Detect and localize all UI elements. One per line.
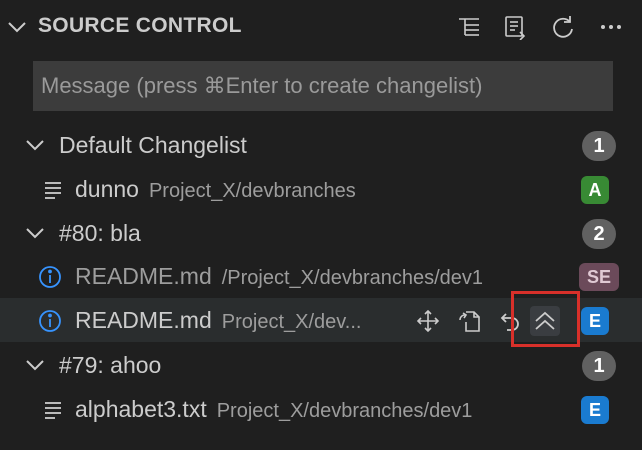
- changelist-group-header[interactable]: #79: ahoo 1: [0, 343, 642, 387]
- changelist-label: #79: ahoo: [59, 352, 162, 378]
- info-icon: [39, 266, 61, 288]
- changes-count-badge: 1: [582, 351, 616, 381]
- status-badge-added: A: [581, 176, 609, 204]
- changelist-group-header[interactable]: #80: bla 2: [0, 211, 642, 255]
- status-badge-edited: E: [581, 307, 609, 335]
- highlight-annotation: [511, 291, 580, 347]
- changelist-group-header[interactable]: Default Changelist 1: [0, 123, 642, 167]
- file-row[interactable]: dunno Project_X/devbranches A: [0, 167, 642, 211]
- commit-message-input[interactable]: [33, 61, 613, 111]
- panel-header: SOURCE CONTROL: [0, 0, 642, 56]
- changelist-label: Default Changelist: [59, 132, 247, 158]
- chevron-down-icon[interactable]: [6, 16, 28, 38]
- file-name-container: README.md/Project_X/devbranches/dev1: [75, 263, 483, 290]
- file-name: README.md: [75, 263, 212, 289]
- lines-file-icon: [45, 182, 61, 199]
- file-path: Project_X/devbranches: [148, 180, 356, 202]
- file-row[interactable]: alphabet3.txt Project_X/devbranches/dev1 …: [0, 387, 642, 431]
- source-control-panel: SOURCE CONTROL Message (press ⌘Enter to …: [0, 0, 642, 450]
- panel-title: SOURCE CONTROL: [38, 14, 242, 37]
- changes-count-badge: 2: [582, 219, 616, 249]
- file-path: Project_X/dev...: [221, 311, 362, 333]
- chevron-down-icon[interactable]: [24, 222, 46, 244]
- file-name-container: dunno Project_X/devbranches: [75, 176, 356, 203]
- refresh-icon[interactable]: [546, 10, 580, 44]
- file-path: /Project_X/devbranches/dev1: [221, 267, 484, 289]
- file-name: alphabet3.txt: [75, 396, 207, 422]
- status-badge-se: SE: [579, 263, 619, 291]
- more-actions-icon[interactable]: [594, 10, 628, 44]
- view-as-tree-icon[interactable]: [452, 10, 486, 44]
- open-file-icon[interactable]: [455, 306, 485, 336]
- file-name: dunno: [75, 176, 139, 202]
- move-icon[interactable]: [413, 306, 443, 336]
- file-path: Project_X/devbranches/dev1: [216, 400, 473, 422]
- file-name-container: alphabet3.txt Project_X/devbranches/dev1: [75, 396, 472, 423]
- status-badge-edited: E: [581, 396, 609, 424]
- chevron-down-icon[interactable]: [24, 134, 46, 156]
- file-name: README.md: [75, 307, 212, 333]
- changes-count-badge: 1: [582, 131, 616, 161]
- info-icon: [39, 310, 61, 332]
- file-name-container: README.md Project_X/dev...: [75, 307, 361, 334]
- commit-icon[interactable]: [498, 10, 532, 44]
- lines-file-icon: [45, 402, 61, 419]
- chevron-down-icon[interactable]: [24, 354, 46, 376]
- changelist-label: #80: bla: [59, 220, 141, 246]
